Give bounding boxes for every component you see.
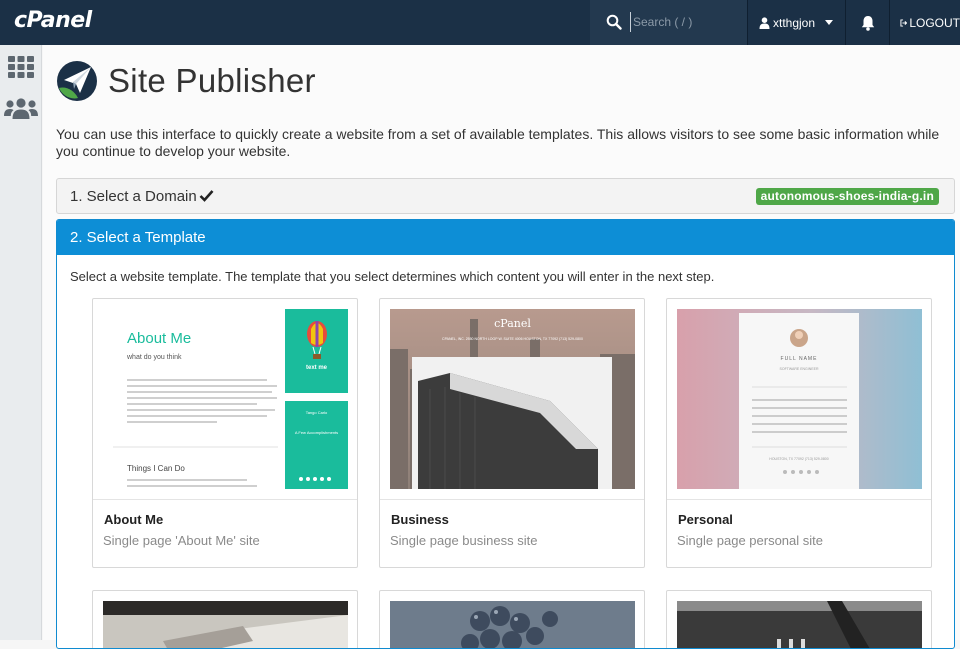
step-select-domain[interactable]: 1. Select a Domain autonomous-shoes-indi… (56, 178, 955, 214)
site-publisher-icon (57, 61, 97, 101)
domain-badge: autonomous-shoes-india-g.in (755, 188, 939, 205)
business-preview-art (390, 309, 635, 489)
grid-icon (8, 56, 34, 78)
preview-tagline: SOFTWARE ENGINEER (779, 367, 819, 371)
preview-panel-footer: A Few Accomplishments (294, 430, 339, 435)
template-preview-about-me: About Me what do you think Things I Can … (103, 309, 348, 489)
grapes-preview-art (390, 601, 635, 648)
logout-label: LOGOUT (909, 15, 960, 30)
template-preview-personal: FULL NAME SOFTWARE ENGINEER HOUSTON, TX … (677, 309, 922, 489)
personal-preview-art (677, 309, 922, 489)
search-icon[interactable] (606, 14, 622, 30)
users-icon (4, 98, 38, 119)
username: xtthgjon (773, 15, 816, 30)
template-preview (677, 601, 922, 648)
preview-full-name: FULL NAME (780, 356, 818, 362)
template-card[interactable] (92, 590, 358, 648)
dark-preview-art (677, 601, 922, 648)
logout-button[interactable]: LOGOUT (889, 0, 960, 45)
search-input[interactable] (630, 12, 738, 32)
chevron-down-icon (825, 20, 834, 25)
logout-icon (900, 18, 908, 27)
template-preview-business: cPanel CPANEL, INC. 2550 NORTH LOOP W. S… (390, 309, 635, 489)
preview-heading: About Me (127, 330, 192, 347)
card-divider (93, 499, 357, 500)
step2-header[interactable]: 2. Select a Template (57, 220, 954, 255)
template-card-about-me[interactable]: About Me what do you think Things I Can … (92, 298, 358, 568)
template-description: Single page business site (390, 533, 538, 548)
template-description: Single page personal site (677, 533, 823, 548)
preview-section-title: Things I Can Do (127, 464, 185, 473)
template-card-business[interactable]: cPanel CPANEL, INC. 2550 NORTH LOOP W. S… (379, 298, 645, 568)
intro-text: You can use this interface to quickly cr… (56, 126, 940, 159)
card-divider (380, 499, 644, 500)
sidebar-item-home[interactable] (0, 47, 42, 87)
search-box (590, 0, 747, 45)
preview-panel-title: text me (305, 365, 327, 371)
template-card[interactable] (666, 590, 932, 648)
sidebar-item-users[interactable] (0, 89, 42, 129)
main-content: Site Publisher You can use this interfac… (43, 45, 960, 649)
step1-title: 1. Select a Domain (70, 188, 197, 205)
template-name: About Me (104, 512, 164, 527)
check-icon (199, 190, 214, 202)
top-bar: cPanel xtthgjon LOGOUT (0, 0, 960, 45)
preview-brand: cPanel (494, 317, 531, 330)
template-preview (103, 601, 348, 648)
user-menu[interactable]: xtthgjon (747, 0, 845, 45)
template-name: Personal (678, 512, 733, 527)
template-description: Single page 'About Me' site (103, 533, 260, 548)
preview-subheading: what do you think (127, 354, 182, 361)
step2-description: Select a website template. The template … (70, 269, 715, 284)
template-name: Business (391, 512, 449, 527)
template-card[interactable] (379, 590, 645, 648)
preview-address: CPANEL, INC. 2550 NORTH LOOP W. SUITE 40… (442, 337, 583, 341)
user-icon (759, 16, 770, 29)
step-select-template: 2. Select a Template Select a website te… (56, 219, 955, 649)
preview-location: HOUSTON, TX 77092 (713) 529-0800 (769, 457, 829, 461)
page-title: Site Publisher (108, 62, 316, 99)
cpanel-logo[interactable]: cPanel (14, 8, 92, 33)
sidebar (0, 45, 42, 640)
notifications-button[interactable] (845, 0, 889, 45)
preview-panel-name: Tango Carlo (305, 410, 328, 415)
template-preview (390, 601, 635, 648)
bell-icon (861, 15, 874, 31)
page-header: Site Publisher (56, 56, 316, 106)
template-card-personal[interactable]: FULL NAME SOFTWARE ENGINEER HOUSTON, TX … (666, 298, 932, 568)
card-divider (667, 499, 931, 500)
laptop-preview-art (103, 601, 348, 648)
